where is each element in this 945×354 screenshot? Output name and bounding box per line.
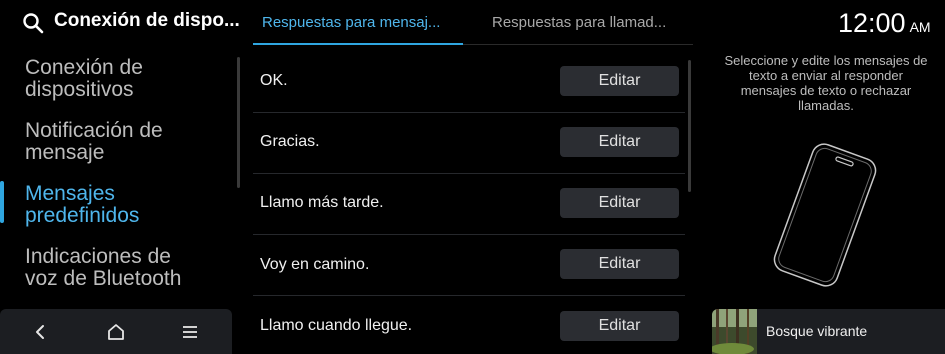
search-icon[interactable] [22,12,44,34]
tab-active-underline [253,43,463,45]
sidebar-item-conexion-dispositivos[interactable]: Conexión de dispositivos [25,57,225,101]
active-indicator [0,181,4,223]
sidebar-item-label: Conexión de [25,56,143,79]
row-divider [253,112,685,113]
sidebar-item-label: Indicaciones de [25,245,171,268]
phone-illustration [773,143,877,287]
back-button[interactable] [10,309,70,354]
sidebar-item-mensajes-predefinidos[interactable]: Mensajes predefinidos [25,183,225,227]
clock-time: 12:00 [838,8,906,38]
tab-respuestas-llamadas[interactable]: Respuestas para llamad... [492,14,666,31]
message-text: Llamo más tarde. [260,194,384,211]
edit-button[interactable]: Editar [560,127,679,157]
album-art-forest [712,309,757,354]
message-text: Voy en camino. [260,256,370,273]
row-divider [253,295,685,296]
row-divider [253,173,685,174]
message-text: Gracias. [260,133,320,150]
menu-icon [183,325,197,338]
edit-button[interactable]: Editar [560,311,679,341]
menu-button[interactable] [160,309,220,354]
home-icon [108,323,124,340]
sidebar-item-notificacion-mensaje[interactable]: Notificación de mensaje [25,120,225,164]
sidebar-scrollbar[interactable] [237,57,240,188]
message-text: OK. [260,72,288,89]
sidebar-item-label: Mensajes [25,182,115,205]
sidebar-item-label: predefinidos [25,204,140,227]
tab-respuestas-mensajes[interactable]: Respuestas para mensaj... [262,14,440,31]
row-divider [253,234,685,235]
edit-button[interactable]: Editar [560,188,679,218]
home-button[interactable] [86,309,146,354]
instructions-text: Seleccione y edite los mensajes de texto… [724,53,928,113]
sidebar-item-indicaciones-voz[interactable]: Indicaciones de voz de Bluetooth [25,246,225,290]
media-title: Bosque vibrante [766,323,868,339]
message-text: Llamo cuando llegue. [260,317,413,334]
clock-ampm: AM [909,19,931,35]
sidebar-item-label: Notificación de [25,119,163,142]
back-icon [36,324,44,339]
list-scrollbar[interactable] [688,60,691,192]
sidebar-item-label: dispositivos [25,78,134,101]
sidebar-item-label: mensaje [25,141,105,164]
status-clock: 12:00 AM [838,8,931,39]
edit-button[interactable]: Editar [560,249,679,279]
page-title: Conexión de dispo... [54,10,240,31]
edit-button[interactable]: Editar [560,66,679,96]
sidebar-item-label: voz de Bluetooth [25,267,182,290]
